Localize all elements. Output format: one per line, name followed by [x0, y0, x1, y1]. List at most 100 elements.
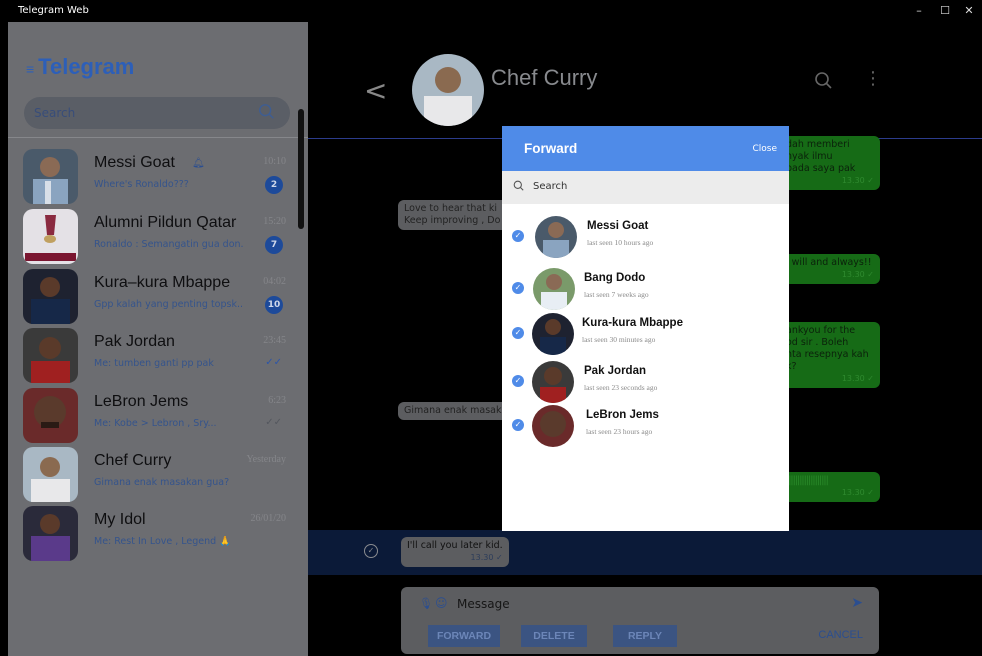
- chat-name: Messi Goat: [94, 154, 175, 171]
- contact-avatar: [532, 313, 574, 355]
- read-ticks-icon: ✓✓: [265, 417, 282, 428]
- chat-preview: Me: tumben ganti pp pak: [94, 358, 214, 369]
- maximize-button[interactable]: ☐: [934, 2, 956, 20]
- avatar: [23, 149, 78, 204]
- contact-avatar: [532, 405, 574, 447]
- chat-name: Kura–kura Mbappe: [94, 274, 231, 291]
- message-text: dah memberi nyak ilmu pada saya pak: [786, 139, 856, 174]
- chat-time: 15:20: [263, 216, 286, 227]
- chat-item-kura-kura-mbappe[interactable]: Kura–kura Mbappe Gpp kalah yang penting …: [8, 266, 308, 326]
- message-text: ankyou for the od sir . Boleh nta resepn…: [786, 325, 869, 372]
- contact-name: Bang Dodo: [584, 272, 646, 284]
- delete-button[interactable]: DELETE: [521, 625, 587, 647]
- menu-icon[interactable]: ≡: [26, 61, 34, 77]
- avatar: [23, 447, 78, 502]
- chat-name: Chef Curry: [94, 452, 172, 469]
- minimize-button[interactable]: –: [908, 2, 930, 20]
- chat-preview: Gpp kalah yang penting topsk..: [94, 299, 244, 310]
- chat-item-messi-goat[interactable]: Messi Goat 🔔︎ Where's Ronaldo??? 10:10 2: [8, 146, 308, 206]
- chat-time: 26/01/20: [250, 513, 286, 524]
- message-text: Love to hear that ki Keep improving , Do: [404, 203, 501, 226]
- forward-button[interactable]: FORWARD: [428, 625, 500, 647]
- contact-name: Kura-kura Mbappe: [582, 317, 683, 329]
- search-icon[interactable]: [814, 71, 834, 91]
- chat-item-chef-curry[interactable]: Chef Curry Gimana enak masakan gua? Yest…: [8, 444, 308, 504]
- message-bubble-out[interactable]: ankyou for the od sir . Boleh nta resepn…: [780, 322, 880, 388]
- chat-item-lebron-jems[interactable]: LeBron Jems Me: Kobe > Lebron , Sry... 6…: [8, 385, 308, 445]
- chat-item-alumni-pildun-qatar[interactable]: Alumni Pildun Qatar Ronaldo : Semangatin…: [8, 206, 308, 266]
- check-icon[interactable]: ✓: [512, 419, 524, 431]
- contact-item-messi-goat[interactable]: ✓ Messi Goat last seen 10 hours ago: [502, 214, 789, 262]
- chat-time: 6:23: [268, 395, 286, 406]
- avatar: [23, 269, 78, 324]
- contact-item-lebron-jems[interactable]: ✓ LeBron Jems last seen 23 hours ago: [502, 403, 789, 451]
- check-circle-icon[interactable]: ✓: [364, 544, 378, 558]
- message-bubble-selected[interactable]: I'll call you later kid. 13.30 ✓: [401, 537, 509, 567]
- contact-item-kura-kura-mbappe[interactable]: ✓ Kura-kura Mbappe last seen 30 minutes …: [502, 311, 789, 359]
- sidebar-scrollbar[interactable]: [298, 109, 304, 229]
- chat-time: Yesterday: [246, 454, 286, 465]
- message-bubble-in[interactable]: Love to hear that ki Keep improving , Do: [398, 200, 513, 230]
- divider: [8, 137, 308, 138]
- sidebar: ≡ Telegram Search Messi Goat 🔔︎ Where's R…: [8, 22, 308, 656]
- chat-preview: Ronaldo : Semangatin gua don...: [94, 239, 244, 250]
- contact-status: last seen 23 hours ago: [586, 427, 653, 436]
- modal-header: Forward Close: [502, 126, 789, 171]
- title-bar: Telegram Web – ☐ ✕: [0, 0, 982, 22]
- close-window-button[interactable]: ✕: [958, 2, 980, 20]
- chat-preview: Me: Kobe > Lebron , Sry...: [94, 418, 217, 429]
- chat-avatar[interactable]: [412, 54, 484, 126]
- modal-title: Forward: [524, 141, 578, 156]
- search-placeholder: Search: [533, 181, 568, 192]
- mic-icon[interactable]: 🎙︎: [419, 597, 433, 610]
- check-icon[interactable]: ✓: [512, 230, 524, 242]
- unread-badge: 2: [265, 176, 283, 194]
- search-icon: [513, 180, 524, 191]
- check-icon[interactable]: ✓: [512, 375, 524, 387]
- contact-item-pak-jordan[interactable]: ✓ Pak Jordan last seen 23 seconds ago: [502, 359, 789, 407]
- emoji-icon[interactable]: ☺: [435, 596, 448, 610]
- chat-preview: Me: Rest In Love , Legend 🙏: [94, 536, 232, 547]
- message-input[interactable]: Message: [457, 597, 510, 611]
- voice-message-bubble[interactable]: ||||||||||||||||||| 13.30 ✓: [780, 472, 880, 502]
- message-text: Gimana enak masak: [404, 405, 502, 416]
- chat-item-my-idol[interactable]: My Idol Me: Rest In Love , Legend 🙏 26/0…: [8, 503, 308, 563]
- search-input[interactable]: Search: [24, 97, 290, 129]
- message-bubble-out[interactable]: i will and always!! 13.30 ✓: [780, 254, 880, 284]
- check-icon[interactable]: ✓: [512, 327, 524, 339]
- chat-preview: Gimana enak masakan gua?: [94, 477, 230, 488]
- selected-message-row[interactable]: ✓ I'll call you later kid. 13.30 ✓: [308, 530, 982, 575]
- reply-button[interactable]: REPLY: [613, 625, 677, 647]
- contact-avatar: [532, 361, 574, 403]
- chat-name: Pak Jordan: [94, 333, 175, 350]
- contact-status: last seen 23 seconds ago: [584, 383, 658, 392]
- avatar: [23, 388, 78, 443]
- chat-time: 23:45: [263, 335, 286, 346]
- message-bubble-out[interactable]: dah memberi nyak ilmu pada saya pak 13.30…: [780, 136, 880, 190]
- check-icon[interactable]: ✓: [512, 282, 524, 294]
- chat-time: 04:02: [263, 276, 286, 287]
- more-icon[interactable]: ⋮: [864, 68, 882, 89]
- contact-avatar: [533, 268, 575, 310]
- avatar: [23, 209, 78, 264]
- brand-title: Telegram: [38, 54, 135, 79]
- cancel-button[interactable]: CANCEL: [818, 629, 863, 641]
- modal-search-input[interactable]: Search: [502, 171, 789, 204]
- chat-name: Alumni Pildun Qatar: [94, 214, 237, 231]
- contact-avatar: [535, 216, 577, 258]
- contact-name: Pak Jordan: [584, 365, 646, 377]
- modal-close-button[interactable]: Close: [752, 144, 777, 154]
- mute-icon: 🔔︎: [192, 158, 205, 169]
- contact-name: LeBron Jems: [586, 409, 659, 421]
- message-bubble-in[interactable]: Gimana enak masak: [398, 402, 513, 420]
- search-placeholder: Search: [34, 106, 76, 120]
- contact-item-bang-dodo[interactable]: ✓ Bang Dodo last seen 7 weeks ago: [502, 266, 789, 314]
- forward-modal: Forward Close Search ✓ Messi Goat last s…: [502, 126, 789, 531]
- read-ticks-icon: ✓✓: [265, 357, 282, 368]
- chat-item-pak-jordan[interactable]: Pak Jordan Me: tumben ganti pp pak 23:45…: [8, 325, 308, 385]
- search-icon[interactable]: [258, 103, 276, 121]
- send-icon[interactable]: ➤: [851, 595, 863, 611]
- contact-status: last seen 10 hours ago: [587, 238, 654, 247]
- window-title: Telegram Web: [18, 5, 89, 16]
- back-button[interactable]: <: [364, 74, 387, 107]
